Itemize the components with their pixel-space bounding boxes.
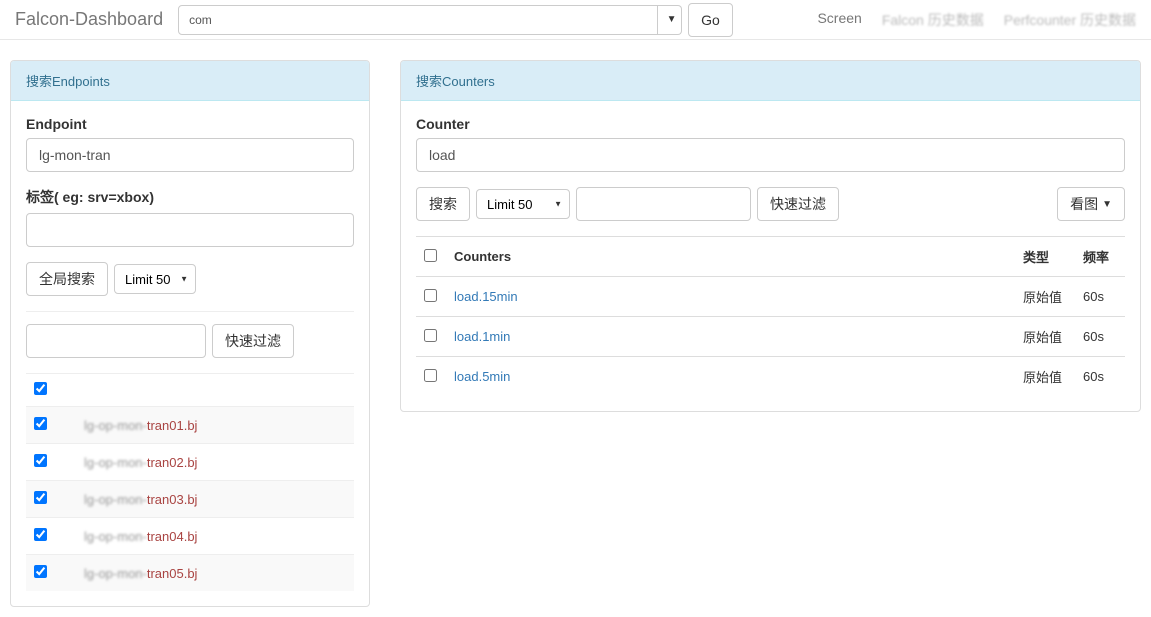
right-column: 搜索Counters Counter 搜索 Limit 50 快速过滤 (400, 60, 1141, 607)
counter-link[interactable]: load.15min (454, 289, 518, 304)
endpoint-row-checkbox[interactable] (34, 454, 47, 467)
counter-limit-select[interactable]: Limit 50 (476, 189, 570, 219)
navbar-right-links: Screen Falcon 历史数据 Perfcounter 历史数据 (817, 10, 1136, 30)
tags-input[interactable] (26, 213, 354, 247)
counter-row-checkbox[interactable] (424, 289, 437, 302)
limit-select-wrapper: Limit 50 (114, 264, 196, 294)
nav-link-perfcounter-history[interactable]: Perfcounter 历史数据 (1004, 10, 1136, 30)
col-header-type: 类型 (1015, 237, 1075, 277)
counter-row: load.15min 原始值60s (416, 277, 1125, 317)
caret-down-icon: ▼ (667, 14, 677, 25)
counter-search-button[interactable]: 搜索 (416, 187, 470, 221)
counter-type: 原始值 (1015, 357, 1075, 397)
navbar-go-button[interactable]: Go (688, 3, 733, 37)
counter-freq: 60s (1075, 317, 1125, 357)
endpoint-row-checkbox[interactable] (34, 528, 47, 541)
endpoint-row: lg-op-mon-tran04.bj (26, 518, 354, 555)
endpoint-search-row: 全局搜索 Limit 50 (26, 262, 354, 296)
divider (26, 311, 354, 312)
global-search-button[interactable]: 全局搜索 (26, 262, 108, 296)
counter-type: 原始值 (1015, 277, 1075, 317)
navbar-search-dropdown-toggle[interactable]: ▼ (658, 5, 682, 35)
counter-label: Counter (416, 116, 1125, 132)
endpoint-row-checkbox[interactable] (34, 417, 47, 430)
endpoint-quick-filter-button[interactable]: 快速过滤 (212, 324, 294, 358)
counter-quick-filter-button[interactable]: 快速过滤 (757, 187, 839, 221)
nav-link-screen[interactable]: Screen (817, 10, 861, 30)
counter-type: 原始值 (1015, 317, 1075, 357)
counter-link[interactable]: load.1min (454, 329, 510, 344)
counters-panel: 搜索Counters Counter 搜索 Limit 50 快速过滤 (400, 60, 1141, 412)
endpoint-hostname[interactable]: lg-op-mon-tran04.bj (76, 518, 354, 555)
endpoint-select-all-row (26, 374, 354, 407)
endpoint-row: lg-op-mon-tran05.bj (26, 555, 354, 592)
endpoint-hostname[interactable]: lg-op-mon-tran02.bj (76, 444, 354, 481)
endpoints-panel: 搜索Endpoints Endpoint 标签( eg: srv=xbox) 全… (10, 60, 370, 607)
counter-toolbar: 搜索 Limit 50 快速过滤 看图 ▼ (416, 187, 1125, 221)
counter-freq: 60s (1075, 277, 1125, 317)
navbar-search-input[interactable] (178, 5, 658, 35)
endpoint-filter-input[interactable] (26, 324, 206, 358)
endpoints-panel-heading: 搜索Endpoints (11, 61, 369, 101)
endpoint-row: lg-op-mon-tran02.bj (26, 444, 354, 481)
endpoint-select-all-checkbox[interactable] (34, 382, 47, 395)
counter-row: load.5min 原始值60s (416, 357, 1125, 397)
view-chart-button[interactable]: 看图 ▼ (1057, 187, 1125, 221)
counter-limit-select-wrapper: Limit 50 (476, 189, 570, 219)
endpoints-panel-body: Endpoint 标签( eg: srv=xbox) 全局搜索 Limit 50 (11, 101, 369, 606)
endpoint-table: lg-op-mon-tran01.bjlg-op-mon-tran02.bjlg… (26, 373, 354, 591)
endpoint-row-checkbox[interactable] (34, 565, 47, 578)
counter-input[interactable] (416, 138, 1125, 172)
navbar: Falcon-Dashboard ▼ Go Screen Falcon 历史数据… (0, 0, 1151, 40)
view-chart-label: 看图 (1070, 194, 1098, 214)
col-header-counter: Counters (446, 237, 1015, 277)
counter-row-checkbox[interactable] (424, 369, 437, 382)
counters-panel-body: Counter 搜索 Limit 50 快速过滤 看图 ▼ (401, 101, 1140, 411)
counter-row-checkbox[interactable] (424, 329, 437, 342)
counters-panel-heading: 搜索Counters (401, 61, 1140, 101)
endpoint-label: Endpoint (26, 116, 354, 132)
counter-select-all-checkbox[interactable] (424, 249, 437, 262)
nav-link-falcon-history[interactable]: Falcon 历史数据 (882, 10, 984, 30)
navbar-brand[interactable]: Falcon-Dashboard (15, 9, 178, 30)
endpoint-row: lg-op-mon-tran03.bj (26, 481, 354, 518)
left-column: 搜索Endpoints Endpoint 标签( eg: srv=xbox) 全… (10, 60, 370, 607)
limit-select[interactable]: Limit 50 (114, 264, 196, 294)
counter-table: Counters 类型 频率 load.15min原始值60sload.1min… (416, 236, 1125, 396)
endpoint-row: lg-op-mon-tran01.bj (26, 407, 354, 444)
endpoint-hostname[interactable]: lg-op-mon-tran05.bj (76, 555, 354, 592)
counter-table-header-row: Counters 类型 频率 (416, 237, 1125, 277)
counter-row: load.1min 原始值60s (416, 317, 1125, 357)
endpoint-filter-row: 快速过滤 (26, 324, 354, 358)
counter-extra-input[interactable] (576, 187, 751, 221)
col-header-freq: 频率 (1075, 237, 1125, 277)
endpoint-hostname[interactable]: lg-op-mon-tran01.bj (76, 407, 354, 444)
endpoint-row-checkbox[interactable] (34, 491, 47, 504)
endpoint-hostname[interactable]: lg-op-mon-tran03.bj (76, 481, 354, 518)
caret-down-icon: ▼ (1102, 199, 1112, 210)
main-content: 搜索Endpoints Endpoint 标签( eg: srv=xbox) 全… (0, 40, 1151, 617)
counter-freq: 60s (1075, 357, 1125, 397)
counter-link[interactable]: load.5min (454, 369, 510, 384)
endpoint-input[interactable] (26, 138, 354, 172)
navbar-search-group: ▼ Go (178, 3, 733, 37)
tags-label: 标签( eg: srv=xbox) (26, 187, 354, 207)
